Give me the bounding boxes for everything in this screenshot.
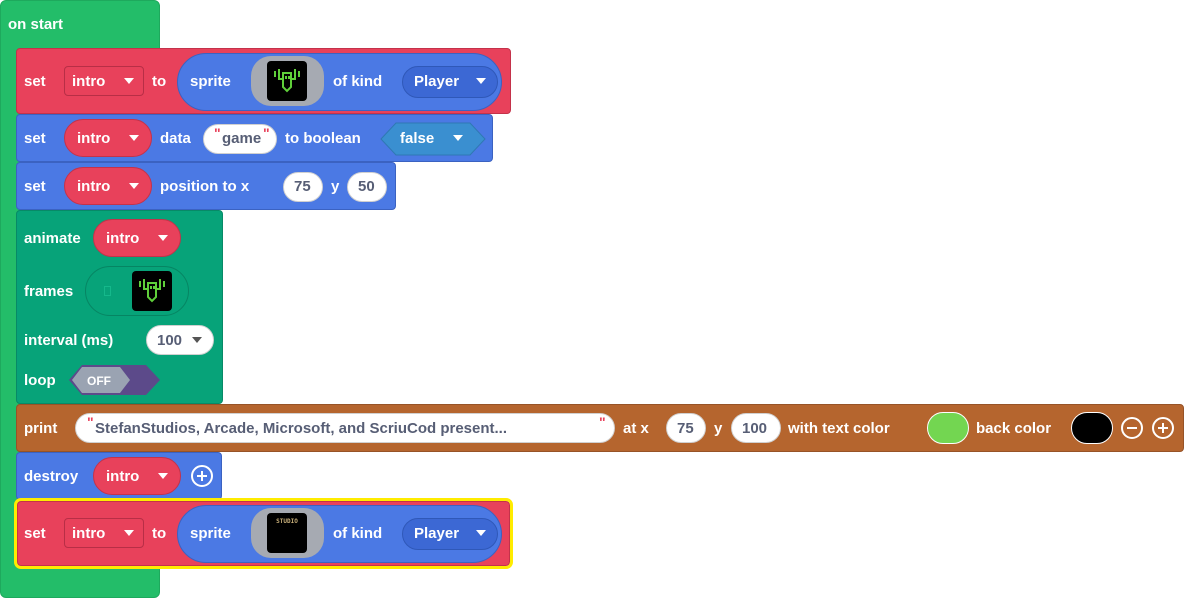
y-value: 50 [358, 178, 375, 195]
variable-label: intro [77, 178, 111, 195]
y-label: y [714, 420, 723, 437]
plus-icon[interactable] [1152, 417, 1174, 439]
quote-close: " [263, 125, 270, 141]
with-text-color-label: with text color [788, 420, 890, 437]
set-label: set [24, 73, 46, 90]
quote-open: " [87, 414, 94, 430]
to-label: to [152, 73, 167, 90]
plus-icon[interactable] [191, 465, 213, 487]
variable-label: intro [72, 73, 106, 90]
print-label: print [24, 420, 58, 437]
of-kind-label: of kind [333, 525, 383, 542]
kind-label: Player [414, 525, 460, 542]
loop-value: OFF [87, 374, 111, 388]
at-x-label: at x [623, 420, 649, 437]
data-label: data [160, 130, 191, 147]
set-label: set [24, 178, 46, 195]
text-color-picker[interactable] [927, 412, 969, 444]
chevron-down-icon [124, 78, 134, 84]
chevron-down-icon [124, 530, 134, 536]
interval-value: 100 [157, 332, 183, 349]
studio-image-text: STUDIO [276, 518, 298, 525]
variable-label: intro [106, 230, 140, 247]
minus-icon[interactable] [1121, 417, 1143, 439]
robot-sprite-icon [267, 61, 307, 101]
set-label: set [24, 525, 46, 542]
loop-label: loop [24, 372, 56, 389]
y-value: 100 [742, 420, 768, 437]
data-key-value: game [222, 130, 262, 147]
to-boolean-label: to boolean [285, 130, 361, 147]
chevron-down-icon [192, 337, 202, 343]
animate-label: animate [24, 230, 81, 247]
interval-label: interval (ms) [24, 332, 114, 349]
to-label: to [152, 525, 167, 542]
variable-label: intro [77, 130, 111, 147]
x-value: 75 [294, 178, 311, 195]
chevron-down-icon [129, 183, 139, 189]
chevron-down-icon [453, 135, 463, 141]
quote-open: " [214, 125, 221, 141]
empty-frame-icon [104, 286, 111, 296]
chevron-down-icon [476, 78, 486, 84]
set-label: set [24, 130, 46, 147]
kind-label: Player [414, 73, 460, 90]
sprite-label: sprite [190, 525, 231, 542]
on-start-label: on start [8, 16, 64, 33]
position-to-x-label: position to x [160, 178, 250, 195]
chevron-down-icon [129, 135, 139, 141]
variable-label: intro [106, 468, 140, 485]
y-label: y [331, 178, 340, 195]
of-kind-label: of kind [333, 73, 383, 90]
robot-sprite-icon [132, 271, 172, 311]
chevron-down-icon [158, 235, 168, 241]
x-value: 75 [677, 420, 694, 437]
back-color-picker[interactable] [1071, 412, 1113, 444]
boolean-value: false [400, 130, 435, 147]
sprite-label: sprite [190, 73, 231, 90]
destroy-label: destroy [24, 468, 79, 485]
chevron-down-icon [476, 530, 486, 536]
loop-toggle[interactable] [68, 364, 162, 396]
chevron-down-icon [158, 473, 168, 479]
back-color-label: back color [976, 420, 1052, 437]
quote-close: " [599, 414, 606, 430]
print-text-value: StefanStudios, Arcade, Microsoft, and Sc… [95, 420, 508, 437]
variable-label: intro [72, 525, 106, 542]
frames-label: frames [24, 283, 74, 300]
